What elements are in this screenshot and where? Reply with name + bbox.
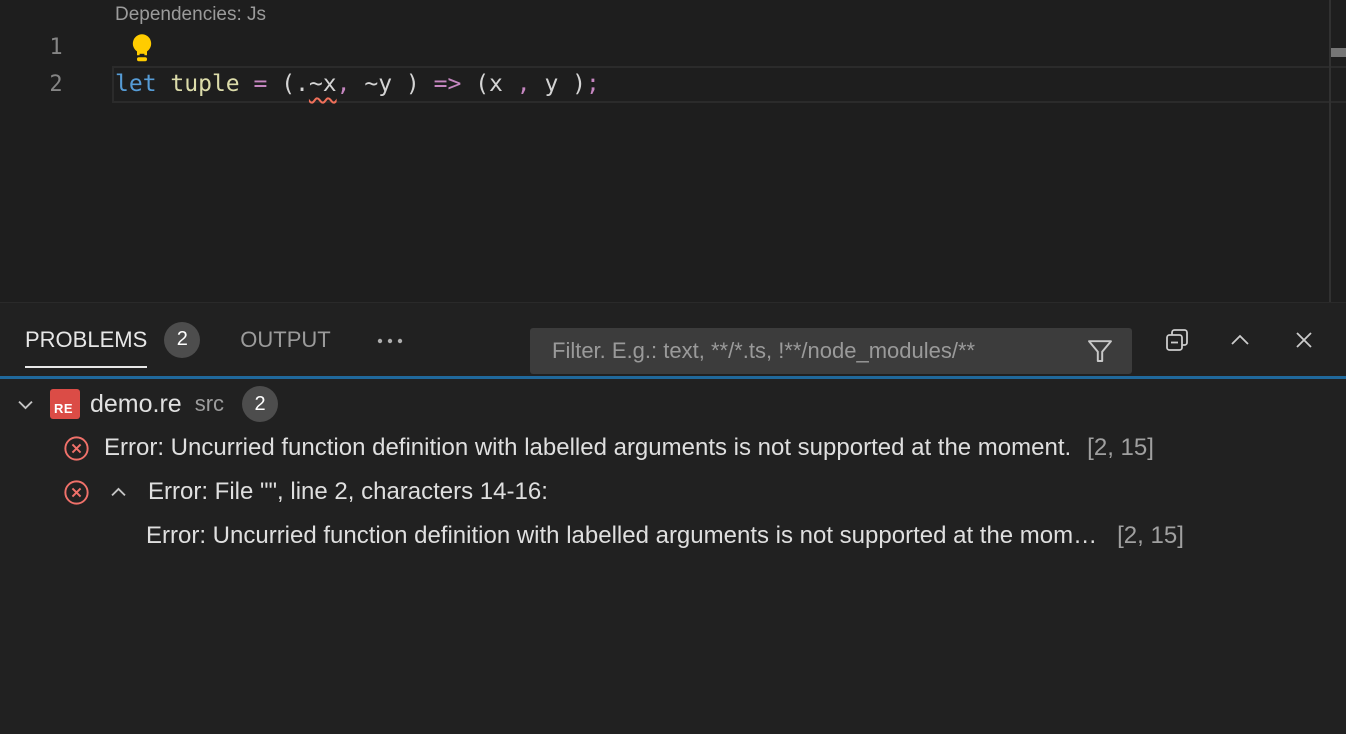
code-token: let (115, 71, 157, 97)
reason-file-icon-label: RE (50, 402, 73, 419)
file-path: src (195, 391, 224, 417)
code-token (461, 71, 475, 97)
code-token: ~y (364, 71, 392, 97)
error-icon (63, 479, 90, 506)
overlapping-squares-icon (1162, 325, 1192, 355)
code-token: , (337, 71, 351, 97)
code-token (351, 71, 365, 97)
problem-message: Error: File "", line 2, characters 14-16… (148, 478, 548, 506)
collapse-chevron-icon[interactable] (107, 481, 130, 504)
code-token: => (434, 71, 462, 97)
code-token: , (517, 71, 531, 97)
maximize-panel-button[interactable] (1224, 324, 1256, 356)
file-name: demo.re (90, 390, 182, 419)
line-number: 1 (0, 29, 112, 66)
close-icon (1290, 326, 1318, 354)
problem-location: [2, 15] (1117, 522, 1184, 550)
code-token-error: ~x (309, 71, 337, 97)
code-token: (x (475, 71, 517, 97)
lightbulb-icon[interactable] (129, 33, 155, 62)
tab-output[interactable]: OUTPUT (240, 303, 330, 376)
minimap-border (1329, 0, 1331, 302)
error-icon (63, 435, 90, 462)
code-token: tuple (170, 71, 239, 97)
code-token (240, 71, 254, 97)
filter-box (530, 328, 1132, 374)
close-panel-button[interactable] (1288, 324, 1320, 356)
code-token: ; (586, 71, 600, 97)
filter-input[interactable] (530, 328, 1085, 374)
vscode-window: { "editor": { "codelens_text": "Dependen… (0, 0, 1346, 734)
code-token (420, 71, 434, 97)
overview-ruler-cursor (1331, 48, 1346, 57)
problems-panel: PROBLEMS 2 OUTPUT (0, 302, 1346, 734)
tab-problems[interactable]: PROBLEMS 2 (25, 303, 200, 376)
code-editor[interactable]: Dependencies: Js 1 2 let tuple = (.~x, ~… (0, 0, 1346, 302)
ellipsis-icon (375, 325, 405, 355)
problems-file-row[interactable]: RE demo.re src 2 (0, 382, 1346, 426)
tab-count-badge: 2 (164, 322, 200, 358)
code-token: = (254, 71, 268, 97)
panel-actions (1161, 303, 1346, 376)
chevron-down-icon[interactable] (14, 393, 37, 416)
restore-panel-button[interactable] (1161, 324, 1193, 356)
line-number: 2 (0, 66, 112, 103)
code-line-content[interactable]: let tuple = (.~x, ~y ) => (x , y ); (115, 66, 600, 103)
problem-location: [2, 15] (1087, 434, 1154, 462)
panel-tabs: PROBLEMS 2 OUTPUT (25, 303, 405, 376)
code-token (267, 71, 281, 97)
tab-label: OUTPUT (240, 327, 330, 353)
filter-funnel-icon[interactable] (1085, 336, 1115, 366)
problem-entries: Error: Uncurried function definition wit… (0, 426, 1346, 558)
chevron-up-icon (1225, 325, 1255, 355)
code-token: y (531, 71, 573, 97)
panel-header: PROBLEMS 2 OUTPUT (0, 303, 1346, 376)
codelens-dependencies[interactable]: Dependencies: Js (115, 0, 266, 29)
problem-count-badge: 2 (242, 386, 278, 422)
code-token (157, 71, 171, 97)
tab-label: PROBLEMS (25, 327, 147, 353)
code-token: (. (281, 71, 309, 97)
more-actions-button[interactable] (375, 303, 405, 376)
problems-list: RE demo.re src 2 Error: Uncurried functi… (0, 382, 1346, 558)
problem-row[interactable]: Error: File "", line 2, characters 14-16… (0, 470, 1346, 514)
problem-message: Error: Uncurried function definition wit… (104, 434, 1071, 462)
problem-row[interactable]: Error: Uncurried function definition wit… (0, 426, 1346, 470)
panel-focus-border (0, 376, 1346, 379)
code-token: ) (572, 71, 586, 97)
problem-related-row[interactable]: Error: Uncurried function definition wit… (0, 514, 1346, 558)
reason-file-icon: RE (50, 389, 80, 419)
code-token: ) (392, 71, 420, 97)
problem-message: Error: Uncurried function definition wit… (146, 522, 1097, 550)
